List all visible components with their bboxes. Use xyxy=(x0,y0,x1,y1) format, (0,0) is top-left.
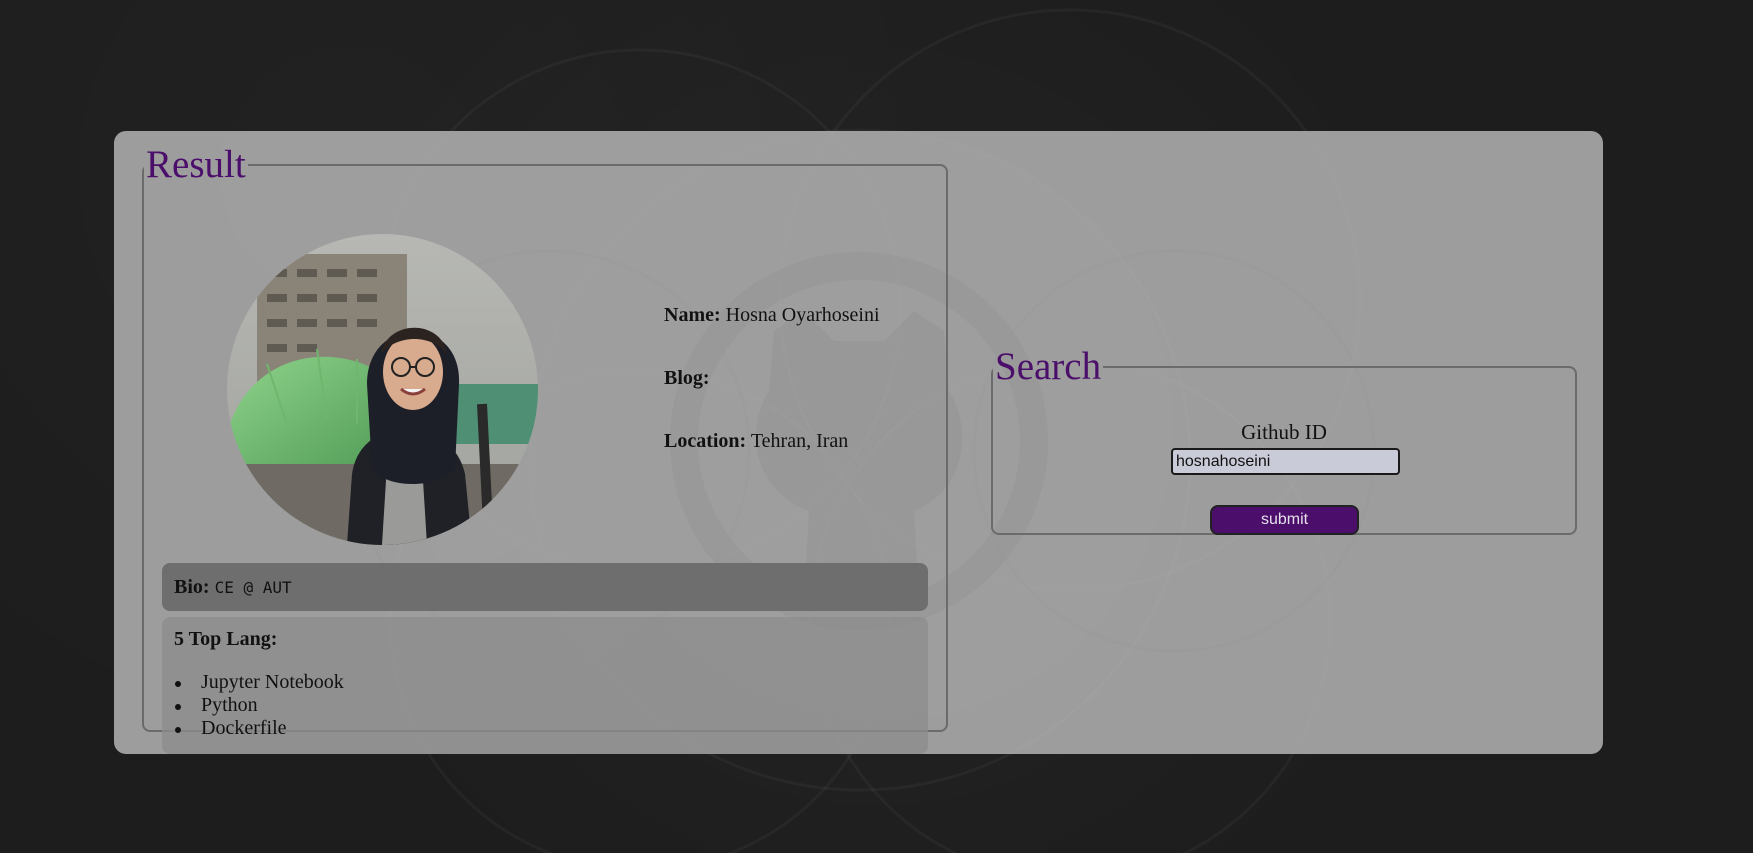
location-value: Tehran, Iran xyxy=(750,430,849,452)
bio-label: Bio: xyxy=(174,575,210,598)
github-id-input[interactable] xyxy=(1171,448,1400,475)
top-languages-list: Jupyter Notebook Python Dockerfile xyxy=(174,671,916,740)
blog-row: Blog: xyxy=(664,367,710,390)
language-item: Jupyter Notebook xyxy=(174,671,916,694)
github-id-label: Github ID xyxy=(1241,420,1327,444)
name-value: Hosna Oyarhoseini xyxy=(725,304,880,326)
search-legend: Search xyxy=(995,345,1102,388)
blog-label: Blog: xyxy=(664,367,710,389)
language-item: Python xyxy=(174,694,916,717)
location-row: Location: Tehran, Iran xyxy=(664,430,848,453)
bio-box: Bio: CE @ AUT xyxy=(162,563,928,611)
name-label: Name: xyxy=(664,304,721,326)
top-languages-title: 5 Top Lang: xyxy=(174,628,278,650)
result-legend: Result xyxy=(146,143,246,186)
bio-value: CE @ AUT xyxy=(214,577,292,597)
submit-button[interactable]: submit xyxy=(1210,505,1359,535)
top-languages-box: 5 Top Lang: Jupyter Notebook Python Dock… xyxy=(162,617,928,754)
location-label: Location: xyxy=(664,430,747,452)
avatar xyxy=(227,234,538,545)
search-panel: Search Github ID submit xyxy=(991,347,1577,535)
result-panel: Result Name: Hosna Oyarhoseini Blog: Loc… xyxy=(142,143,948,754)
main-card: Result Name: Hosna Oyarhoseini Blog: Loc… xyxy=(114,131,1603,754)
name-row: Name: Hosna Oyarhoseini xyxy=(664,304,880,327)
language-item: Dockerfile xyxy=(174,717,916,740)
